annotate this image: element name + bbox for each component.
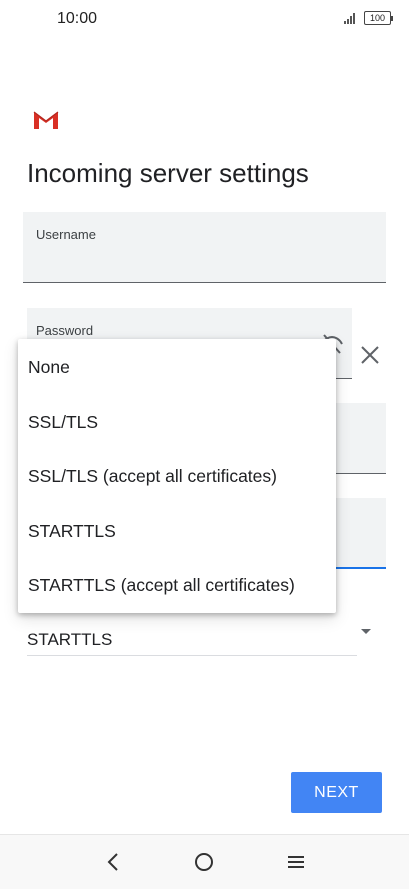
password-label: Password xyxy=(36,323,94,338)
menu-item-none[interactable]: None xyxy=(18,340,336,394)
server-field[interactable] xyxy=(336,403,386,474)
back-icon[interactable] xyxy=(102,850,126,874)
page-title: Incoming server settings xyxy=(27,158,309,188)
signal-icon xyxy=(344,12,358,24)
navigation-bar xyxy=(0,834,409,889)
menu-item-ssl-tls-accept-all[interactable]: SSL/TLS (accept all certificates) xyxy=(18,449,336,503)
menu-item-ssl-tls[interactable]: SSL/TLS xyxy=(18,395,336,449)
gmail-logo xyxy=(33,111,59,129)
status-time: 10:00 xyxy=(57,10,98,27)
battery-icon: 100 xyxy=(364,11,393,25)
arrow-drop-down-icon xyxy=(361,629,371,634)
security-type-value: STARTTLS xyxy=(27,630,113,649)
menu-item-starttls[interactable]: STARTTLS xyxy=(18,504,336,558)
security-underline xyxy=(27,655,357,656)
home-icon[interactable] xyxy=(192,850,216,874)
security-type-select[interactable]: STARTTLS xyxy=(27,620,377,656)
close-icon[interactable] xyxy=(359,344,381,366)
next-button[interactable]: NEXT xyxy=(291,772,382,813)
status-icons: 100 xyxy=(344,11,393,25)
port-field[interactable] xyxy=(336,498,386,569)
security-dropdown-menu: None SSL/TLS SSL/TLS (accept all certifi… xyxy=(18,339,336,613)
username-field[interactable]: Username xyxy=(23,212,386,283)
menu-item-starttls-accept-all[interactable]: STARTTLS (accept all certificates) xyxy=(18,558,336,612)
menu-icon[interactable] xyxy=(284,850,308,874)
username-label: Username xyxy=(36,227,96,242)
